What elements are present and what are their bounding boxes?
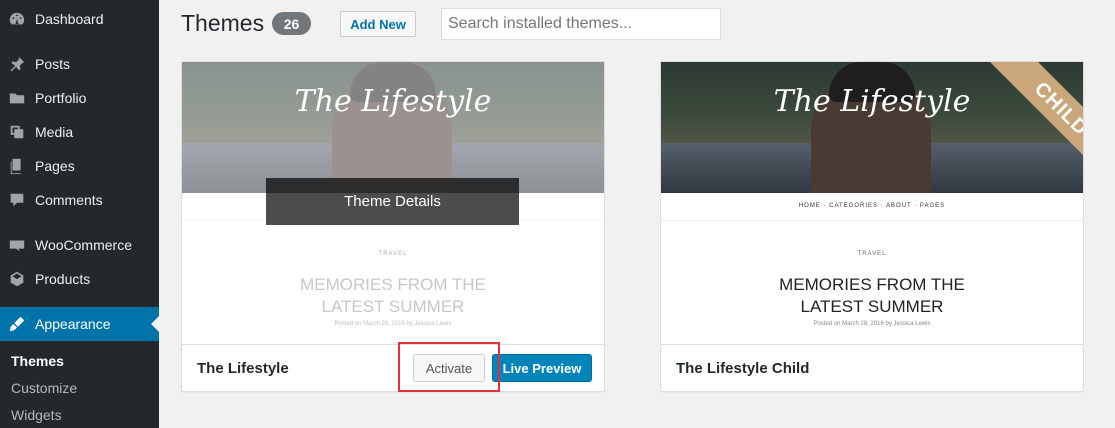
menu-separator: [0, 38, 159, 39]
sidebar-item-media[interactable]: Media: [0, 115, 159, 149]
sidebar-item-label: Portfolio: [35, 90, 87, 106]
submenu-item-widgets[interactable]: Widgets: [11, 407, 62, 423]
sidebar-item-label: Posts: [35, 56, 71, 72]
sidebar-item-dashboard[interactable]: Dashboard: [0, 2, 159, 36]
search-themes-input[interactable]: [441, 8, 721, 40]
theme-name: The Lifestyle Child: [676, 360, 810, 377]
sidebar-item-posts[interactable]: Posts: [0, 47, 159, 81]
theme-count-badge: 26: [272, 12, 311, 35]
theme-card-lifestyle[interactable]: The Lifestyle TRAVEL MEMORIES FROM THE L…: [181, 61, 605, 392]
dashboard-icon: [7, 9, 27, 29]
sidebar-item-comments[interactable]: Comments: [0, 183, 159, 217]
folder-icon: [7, 88, 27, 108]
page-title: Themes: [181, 10, 265, 36]
post-title: MEMORIES FROM THE LATEST SUMMER: [779, 275, 965, 316]
theme-card-footer: The Lifestyle Activate Live Preview: [182, 344, 604, 391]
theme-card-footer: The Lifestyle Child: [661, 344, 1083, 391]
sidebar-item-label: Comments: [35, 192, 103, 208]
comment-icon: [7, 190, 27, 210]
sidebar-item-label: Media: [35, 124, 74, 140]
theme-details-button[interactable]: Theme Details: [266, 178, 519, 225]
box-icon: [7, 269, 27, 289]
pin-icon: [7, 54, 27, 74]
theme-screenshot[interactable]: The Lifestyle TRAVEL MEMORIES FROM THE L…: [182, 62, 604, 344]
admin-sidebar: Dashboard Posts Portfolio Media Pages Co…: [0, 0, 159, 428]
live-preview-button[interactable]: Live Preview: [492, 354, 592, 382]
theme-name: The Lifestyle: [197, 360, 289, 377]
sidebar-item-label: WooCommerce: [35, 237, 132, 253]
pages-icon: [7, 156, 27, 176]
sidebar-item-label: Dashboard: [35, 11, 104, 27]
submenu-item-themes[interactable]: Themes: [11, 353, 64, 369]
theme-nav-links: HOME · CATEGORIES · ABOUT · PAGES: [798, 203, 946, 209]
sidebar-item-products[interactable]: Products: [0, 262, 159, 296]
sidebar-item-pages[interactable]: Pages: [0, 149, 159, 183]
post-category: TRAVEL: [857, 251, 887, 257]
theme-card-lifestyle-child[interactable]: The Lifestyle CHILD HOME · CATEGORIES · …: [660, 61, 1084, 392]
theme-screenshot[interactable]: The Lifestyle CHILD HOME · CATEGORIES · …: [661, 62, 1083, 344]
current-menu-arrow: [151, 316, 159, 332]
post-meta: Posted on March 28, 2016 by Jessica Lewi…: [813, 321, 931, 327]
woocommerce-icon: [7, 235, 27, 255]
sidebar-item-label: Products: [35, 271, 91, 287]
sidebar-item-label: Appearance: [35, 316, 111, 332]
add-new-button[interactable]: Add New: [340, 11, 416, 37]
annotation-highlight-box: [398, 342, 500, 392]
nav-divider: [661, 220, 1083, 221]
sidebar-item-appearance[interactable]: Appearance: [0, 307, 159, 341]
submenu-item-customize[interactable]: Customize: [11, 380, 77, 396]
sidebar-item-woocommerce[interactable]: WooCommerce: [0, 228, 159, 262]
brush-icon: [7, 314, 27, 334]
sidebar-item-label: Pages: [35, 158, 75, 174]
media-icon: [7, 122, 27, 142]
sidebar-item-portfolio[interactable]: Portfolio: [0, 81, 159, 115]
